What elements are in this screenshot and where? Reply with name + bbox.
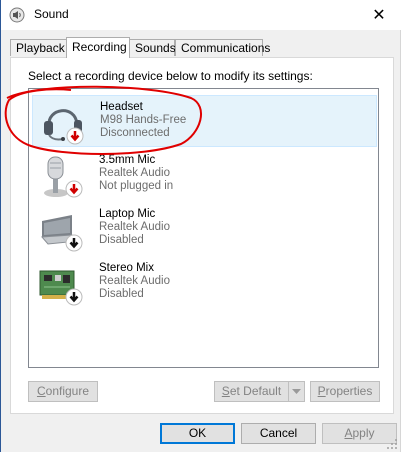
properties-button[interactable]: Properties: [310, 381, 380, 402]
device-text: Laptop Mic Realtek Audio Disabled: [99, 208, 170, 247]
device-name: 3.5mm Mic: [99, 154, 156, 166]
window-title: Sound: [34, 7, 69, 21]
device-item-headset[interactable]: Headset M98 Hands-Free Disconnected: [32, 95, 377, 147]
set-default-dropdown[interactable]: [288, 381, 305, 402]
sound-dialog: Sound ✕ Playback Recording Sounds Commun…: [0, 0, 401, 452]
apply-label: pply: [352, 426, 375, 440]
configure-button[interactable]: Configure: [28, 381, 98, 402]
device-item-laptop-mic[interactable]: Laptop Mic Realtek Audio Disabled: [32, 203, 377, 255]
close-icon: ✕: [372, 7, 386, 24]
device-status: Not plugged in: [99, 180, 174, 192]
device-status: Disabled: [99, 234, 144, 246]
device-driver: Realtek Audio: [99, 167, 170, 179]
device-name: Stereo Mix: [99, 262, 154, 274]
title-bar: Sound ✕: [1, 0, 401, 30]
resize-grip-icon[interactable]: [386, 438, 398, 450]
speaker-icon: [9, 7, 25, 23]
configure-label: onfigure: [45, 384, 90, 398]
tab-recording[interactable]: Recording: [66, 37, 130, 58]
ok-button[interactable]: OK: [160, 423, 235, 444]
device-name: Headset: [100, 101, 143, 113]
close-button[interactable]: ✕: [356, 0, 401, 30]
tab-playback[interactable]: Playback: [10, 39, 67, 56]
device-driver: Realtek Audio: [99, 221, 170, 233]
properties-label: roperties: [325, 384, 373, 398]
cancel-button[interactable]: Cancel: [241, 423, 316, 444]
device-text: Headset M98 Hands-Free Disconnected: [100, 101, 186, 140]
microphone-icon: [44, 156, 83, 198]
device-status: Disabled: [99, 288, 144, 300]
device-driver: M98 Hands-Free: [100, 114, 187, 126]
device-name: Laptop Mic: [99, 208, 156, 220]
device-status: Disconnected: [100, 127, 170, 139]
instruction-text: Select a recording device below to modif…: [28, 69, 313, 83]
configure-accel: C: [36, 384, 46, 398]
device-driver: Realtek Audio: [99, 275, 170, 287]
device-text: 3.5mm Mic Realtek Audio Not plugged in: [99, 154, 173, 193]
laptop-microphone-icon: [40, 215, 83, 252]
properties-accel: P: [317, 384, 326, 398]
device-item-stereo-mix[interactable]: Stereo Mix Realtek Audio Disabled: [32, 257, 377, 309]
sound-card-icon: [39, 270, 83, 306]
apply-accel: A: [344, 426, 353, 440]
recording-panel: Select a recording device below to modif…: [10, 57, 394, 414]
tab-sounds[interactable]: Sounds: [129, 39, 176, 56]
set-default-button[interactable]: Set Default: [214, 381, 289, 402]
chevron-down-icon: [292, 388, 301, 394]
device-text: Stereo Mix Realtek Audio Disabled: [99, 262, 170, 301]
device-item-3-5mm-mic[interactable]: 3.5mm Mic Realtek Audio Not plugged in: [32, 149, 377, 201]
set-default-label: et Default: [229, 384, 282, 398]
device-list[interactable]: Headset M98 Hands-Free Disconnected 3.5m…: [28, 88, 379, 368]
tab-communications[interactable]: Communications: [175, 39, 270, 56]
set-default-accel: S: [221, 384, 230, 398]
headset-icon: [44, 109, 84, 145]
